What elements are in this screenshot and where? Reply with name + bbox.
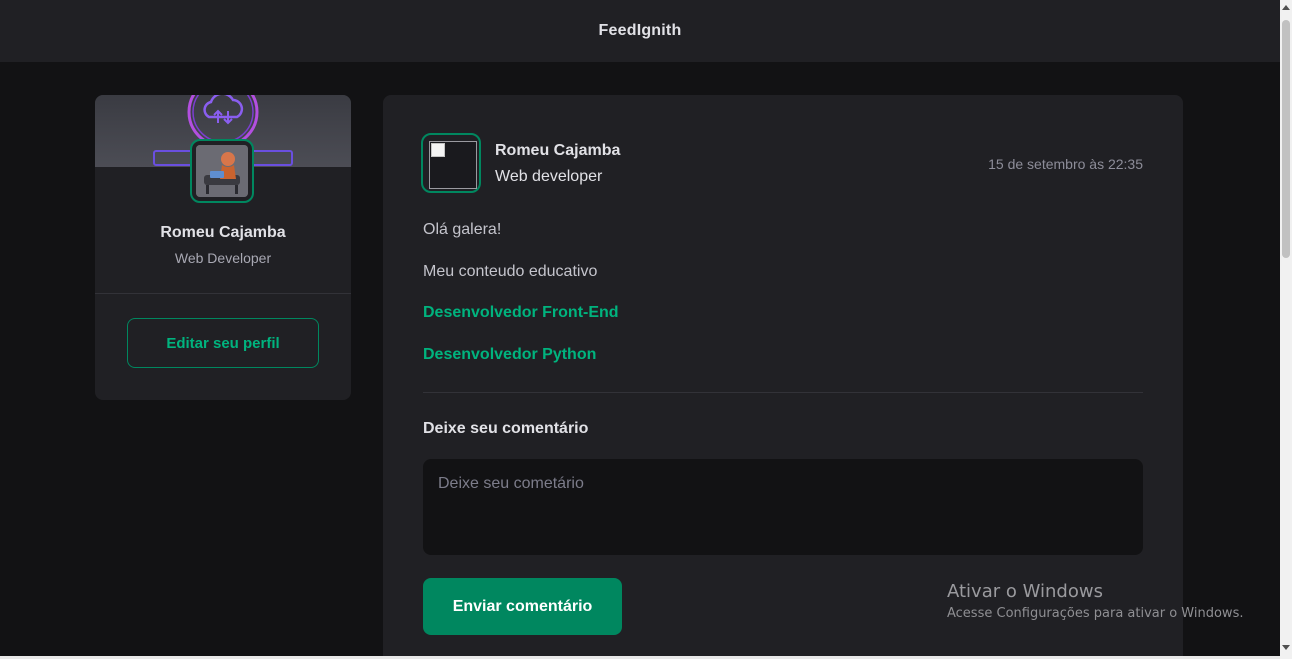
post-timestamp: 15 de setembro às 22:35 bbox=[988, 156, 1143, 172]
scroll-down-icon[interactable] bbox=[1282, 645, 1290, 650]
watermark-title: Ativar o Windows bbox=[947, 581, 1103, 602]
post-link[interactable]: Desenvolvedor Front-End bbox=[423, 304, 619, 322]
scrollbar-thumb[interactable] bbox=[1282, 20, 1290, 258]
sidebar-name: Romeu Cajamba bbox=[160, 224, 286, 241]
post-link[interactable]: Desenvolvedor Python bbox=[423, 346, 596, 364]
post-avatar[interactable] bbox=[421, 133, 481, 193]
avatar-image bbox=[196, 145, 248, 197]
vertical-scrollbar[interactable] bbox=[1280, 0, 1292, 659]
watermark-subtitle: Acesse Configurações para ativar o Windo… bbox=[947, 606, 1244, 621]
app-header: FeedIgnith bbox=[0, 0, 1280, 62]
post-card: Romeu Cajamba Web developer 15 de setemb… bbox=[383, 95, 1183, 659]
comment-form-title: Deixe seu comentário bbox=[423, 420, 589, 437]
broken-image-corner-icon bbox=[431, 143, 445, 157]
edit-profile-button[interactable]: Editar seu perfil bbox=[127, 318, 319, 368]
scroll-up-icon[interactable] bbox=[1282, 5, 1290, 10]
post-author-role: Web developer bbox=[495, 168, 603, 185]
comment-input[interactable] bbox=[423, 459, 1143, 555]
sidebar-divider bbox=[95, 293, 351, 294]
send-comment-button[interactable]: Enviar comentário bbox=[423, 578, 622, 635]
windows-activation-watermark: Ativar o Windows Acesse Configurações pa… bbox=[947, 581, 1243, 621]
post-author-name: Romeu Cajamba bbox=[495, 142, 621, 159]
post-divider bbox=[423, 392, 1143, 393]
sidebar-role: Web Developer bbox=[174, 250, 272, 266]
broken-image-icon bbox=[429, 141, 477, 189]
sidebar-avatar[interactable] bbox=[190, 139, 254, 203]
profile-sidebar: Romeu Cajamba Web Developer Editar seu p… bbox=[95, 95, 351, 400]
post-content-line: Meu conteudo educativo bbox=[423, 263, 598, 280]
post-content-line: Olá galera! bbox=[423, 221, 502, 238]
app-title: FeedIgnith bbox=[598, 22, 682, 39]
